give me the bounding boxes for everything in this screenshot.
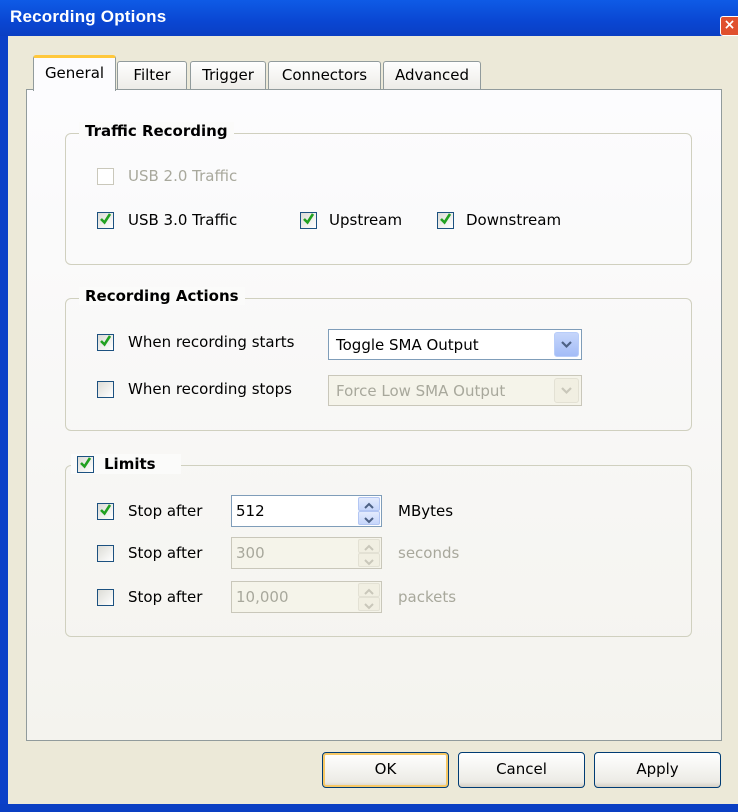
seconds-value: 300 <box>236 544 265 562</box>
chevron-down-icon <box>364 559 374 566</box>
stop-action-dropdown[interactable]: Force Low SMA Output <box>328 375 582 406</box>
window-frame-bottom <box>0 804 738 812</box>
close-icon: × <box>723 17 736 33</box>
dropdown-arrow[interactable] <box>554 378 579 403</box>
traffic-recording-group <box>65 133 692 265</box>
chevron-down-icon <box>561 387 572 395</box>
ok-button[interactable]: OK <box>322 752 449 788</box>
tab-filter[interactable]: Filter <box>117 61 187 91</box>
traffic-recording-title: Traffic Recording <box>79 122 234 140</box>
tab-advanced[interactable]: Advanced <box>383 61 481 91</box>
usb3-traffic-checkbox[interactable] <box>97 212 114 229</box>
mbytes-value: 512 <box>236 502 265 520</box>
checkmark-icon <box>100 213 111 225</box>
cancel-button-label: Cancel <box>496 760 547 778</box>
when-recording-stops-checkbox[interactable] <box>97 381 114 398</box>
downstream-label: Downstream <box>466 211 562 229</box>
spin-down-button[interactable] <box>358 553 380 567</box>
stop-after-label: Stop after <box>128 502 203 520</box>
mbytes-unit: MBytes <box>398 502 454 520</box>
when-recording-stops-label: When recording stops <box>128 380 292 398</box>
packets-unit: packets <box>398 588 457 606</box>
usb2-traffic-label: USB 2.0 Traffic <box>128 167 238 185</box>
title-bar[interactable]: Recording Options <box>0 0 738 36</box>
downstream-checkbox[interactable] <box>437 212 454 229</box>
tab-trigger[interactable]: Trigger <box>190 61 266 91</box>
when-recording-starts-checkbox[interactable] <box>97 334 114 351</box>
spin-up-button[interactable] <box>358 497 380 511</box>
apply-button[interactable]: Apply <box>594 752 721 788</box>
chevron-down-icon <box>364 517 374 524</box>
limits-checkbox[interactable] <box>77 456 94 473</box>
limits-title: Limits <box>104 455 156 473</box>
checkmark-icon <box>100 335 111 347</box>
recording-actions-group <box>65 298 692 431</box>
tab-connectors-label: Connectors <box>281 66 368 84</box>
tab-advanced-label: Advanced <box>394 66 470 84</box>
seconds-spinner[interactable]: 300 <box>231 537 382 569</box>
checkmark-icon <box>303 213 314 225</box>
spin-up-button[interactable] <box>358 583 380 597</box>
chevron-down-icon <box>561 341 572 349</box>
upstream-label: Upstream <box>329 211 403 229</box>
cancel-button[interactable]: Cancel <box>458 752 585 788</box>
spin-down-button[interactable] <box>358 511 380 525</box>
upstream-checkbox[interactable] <box>300 212 317 229</box>
tab-general-label: General <box>44 64 105 82</box>
stop-after-seconds-checkbox[interactable] <box>97 545 114 562</box>
tab-trigger-label: Trigger <box>202 66 254 84</box>
seconds-unit: seconds <box>398 544 460 562</box>
apply-button-label: Apply <box>636 760 679 778</box>
checkmark-icon <box>80 457 91 469</box>
stop-after-mbytes-checkbox[interactable] <box>97 503 114 520</box>
tab-filter-label: Filter <box>133 66 171 84</box>
stop-after-label: Stop after <box>128 544 203 562</box>
close-button[interactable]: × <box>720 16 738 36</box>
checkmark-icon <box>100 504 111 516</box>
stop-after-label: Stop after <box>128 588 203 606</box>
start-action-value: Toggle SMA Output <box>336 336 479 354</box>
start-action-dropdown[interactable]: Toggle SMA Output <box>328 329 582 360</box>
mbytes-spinner[interactable]: 512 <box>231 495 382 527</box>
checkmark-icon <box>440 213 451 225</box>
stop-after-packets-checkbox[interactable] <box>97 589 114 606</box>
usb2-traffic-checkbox[interactable] <box>97 168 114 185</box>
usb3-traffic-label: USB 3.0 Traffic <box>128 211 238 229</box>
spin-down-button[interactable] <box>358 597 380 611</box>
packets-spinner[interactable]: 10,000 <box>231 581 382 613</box>
dropdown-arrow[interactable] <box>554 332 579 357</box>
when-recording-starts-label: When recording starts <box>128 333 295 351</box>
spin-up-button[interactable] <box>358 539 380 553</box>
stop-action-value: Force Low SMA Output <box>336 382 506 400</box>
recording-actions-title: Recording Actions <box>79 287 245 305</box>
packets-value: 10,000 <box>236 588 289 606</box>
window-title: Recording Options <box>10 7 167 26</box>
ok-button-label: OK <box>374 760 397 778</box>
tab-connectors[interactable]: Connectors <box>268 61 381 91</box>
tab-general[interactable]: General <box>33 55 116 91</box>
chevron-down-icon <box>364 603 374 610</box>
